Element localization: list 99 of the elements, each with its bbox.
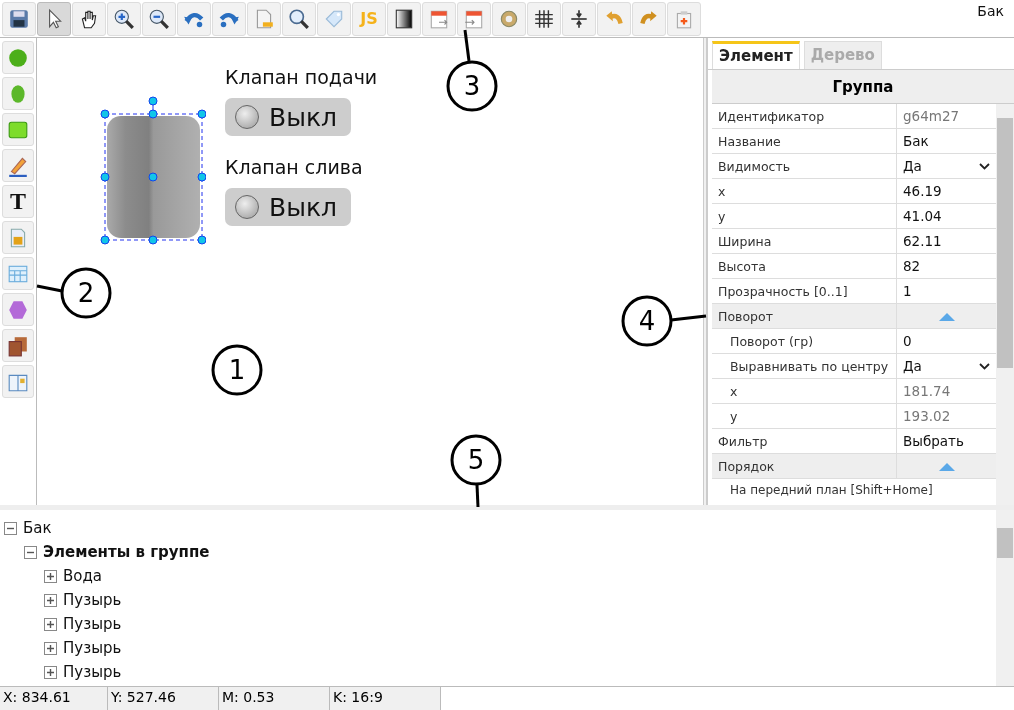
split-icon [568,7,590,30]
property-name: Поворот (гр) [712,329,897,353]
property-name: Выравнивать по центру [712,354,897,378]
property-section[interactable]: Порядок [712,454,996,479]
tree-item[interactable]: Бак [23,519,52,537]
property-value[interactable]: 46.19 [897,179,996,203]
property-value[interactable]: 62.11 [897,229,996,253]
document-title: Бак [977,3,1004,19]
tool-button[interactable] [2,293,34,326]
collapse-icon[interactable] [4,521,17,535]
property-value: g64m27 [902,107,961,126]
tool-button[interactable] [2,149,34,182]
property-value: 193.02 [902,407,952,426]
toolbar-button[interactable] [387,1,421,36]
expand-icon[interactable] [44,641,57,655]
property-name: Ширина [712,229,897,253]
tree-item[interactable]: Пузырь [63,639,122,657]
expand-icon[interactable] [44,593,57,607]
callout-circle [60,267,112,319]
property-value[interactable]: 82 [897,254,996,278]
layers-icon [7,334,29,357]
tool-button[interactable]: T [2,185,34,218]
leader-line [36,284,63,293]
toolbar-button[interactable] [282,1,316,36]
toolbar-button[interactable] [142,1,176,36]
property-name: Идентификатор [712,104,897,128]
valve-toggle[interactable]: Выкл [225,188,351,226]
callout-circle [450,434,502,486]
property-name: Порядок [712,454,897,478]
panel-tab[interactable]: Элемент [712,41,800,69]
collapse-icon[interactable] [24,545,37,559]
property-name: Фильтр [712,429,897,453]
expand-icon[interactable] [44,665,57,679]
callout-circle [621,295,673,347]
tool-button[interactable] [2,329,34,362]
callout-number: 3 [463,71,481,101]
save-icon [8,7,30,30]
search-icon [288,7,310,30]
property-name: Прозрачность [0..1] [712,279,897,303]
callout-number: 5 [467,445,485,475]
hexagon-icon [7,298,29,321]
valve-toggle[interactable]: Выкл [225,98,351,136]
expand-icon[interactable] [44,569,57,583]
valve-label: Клапан подачи [225,66,378,88]
property-value[interactable]: Выбрать [897,429,996,453]
callout-number: 1 [228,355,246,385]
tree-item[interactable]: Пузырь [63,615,122,633]
property-name: x [712,179,897,203]
tree-item[interactable]: Пузырь [63,663,122,681]
property-name: Видимость [712,154,897,178]
callout-number: 4 [638,306,656,336]
property-value[interactable]: 0 [897,329,996,353]
property-name: y [712,204,897,228]
property-section[interactable]: Поворот [712,304,996,329]
leader-line [463,29,471,62]
status-field: Y: 527.46 [108,687,219,710]
pencil-icon [7,154,29,177]
leader-line [670,314,707,322]
property-select[interactable]: Да [897,154,996,178]
property-name: y [712,404,897,428]
chevron-icon [979,162,990,170]
scrollbar[interactable] [996,104,1014,505]
toolbar-button[interactable] [107,1,141,36]
property-name: Поворот [712,304,897,328]
property-action[interactable]: На передний план [Shift+Home] [730,483,933,497]
status-field: M: 0.53 [219,687,330,710]
property-value[interactable]: 41.04 [897,204,996,228]
tree-item[interactable]: Вода [63,567,103,585]
panel-header: Группа [712,70,1014,104]
zoom-in-icon [113,7,135,30]
scrollbar[interactable] [996,510,1014,686]
property-value: 181.74 [902,382,952,401]
gradient-icon [393,7,415,30]
status-field: K: 16:9 [330,687,441,710]
toolbar-button[interactable] [527,1,561,36]
property-name: x [712,379,897,403]
grid-icon [533,7,555,30]
toolbar-button[interactable] [37,1,71,36]
toolbar-button[interactable] [562,1,596,36]
callout-circle [211,344,263,396]
chevron-icon [979,362,990,370]
zoom-out-icon [148,7,170,30]
callout-number: 2 [77,278,95,308]
property-select[interactable]: Да [897,354,996,378]
tank-drawing[interactable] [100,96,206,248]
callout-circle [446,60,498,112]
tree-item[interactable]: Элементы в группе [43,543,210,561]
property-value[interactable]: 1 [897,279,996,303]
status-field: X: 834.61 [0,687,108,710]
property-value[interactable]: Бак [897,129,996,153]
toolbar-button[interactable] [72,1,106,36]
leader-line [475,484,480,508]
valve-label: Клапан слива [225,156,364,178]
property-name: Высота [712,254,897,278]
toolbar-button[interactable] [2,1,36,36]
circle-icon [7,46,29,69]
tree-item[interactable]: Пузырь [63,591,122,609]
expand-icon[interactable] [44,617,57,631]
property-name: Название [712,129,897,153]
